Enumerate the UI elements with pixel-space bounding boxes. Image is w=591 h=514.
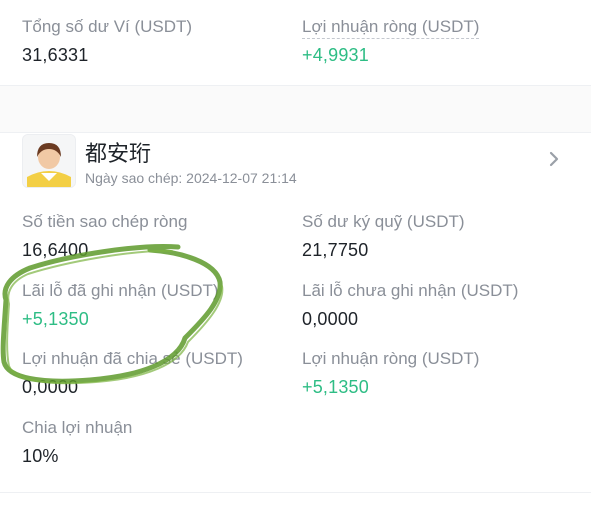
- copy-date: Ngày sao chép: 2024-12-07 21:14: [85, 170, 297, 186]
- shared-profit-label: Lợi nhuận đã chia sẻ (USDT): [22, 349, 243, 368]
- chevron-right-icon[interactable]: [546, 149, 562, 169]
- profit-share-label: Chia lợi nhuận: [22, 418, 133, 437]
- margin-balance-label: Số dư ký quỹ (USDT): [302, 212, 465, 231]
- margin-balance-value: 21,7750: [302, 240, 369, 260]
- trader-name[interactable]: 都安珩: [85, 136, 151, 168]
- net-profit-value: +5,1350: [302, 377, 369, 397]
- net-copy-amount-label: Số tiền sao chép ròng: [22, 212, 188, 231]
- net-copy-amount-value: 16,6400: [22, 240, 89, 260]
- unrealized-pnl-label: Lãi lỗ chưa ghi nhận (USDT): [302, 281, 519, 300]
- total-balance-value: 31,6331: [22, 45, 89, 65]
- summary-net-profit-label[interactable]: Lợi nhuận ròng (USDT): [302, 17, 480, 39]
- profit-share-value: 10%: [22, 446, 59, 466]
- shared-profit-value: 0,0000: [22, 377, 79, 397]
- unrealized-pnl-value: 0,0000: [302, 309, 359, 329]
- total-balance-label: Tổng số dư Ví (USDT): [22, 17, 193, 36]
- realized-pnl-value: +5,1350: [22, 309, 89, 329]
- net-profit-label: Lợi nhuận ròng (USDT): [302, 349, 480, 368]
- divider: [0, 492, 591, 493]
- divider: [0, 132, 591, 133]
- summary-net-profit-value: +4,9931: [302, 45, 369, 65]
- user-avatar-icon: [23, 135, 75, 187]
- realized-pnl-label: Lãi lỗ đã ghi nhận (USDT): [22, 281, 219, 300]
- section-gap: [0, 86, 591, 132]
- avatar[interactable]: [22, 134, 76, 188]
